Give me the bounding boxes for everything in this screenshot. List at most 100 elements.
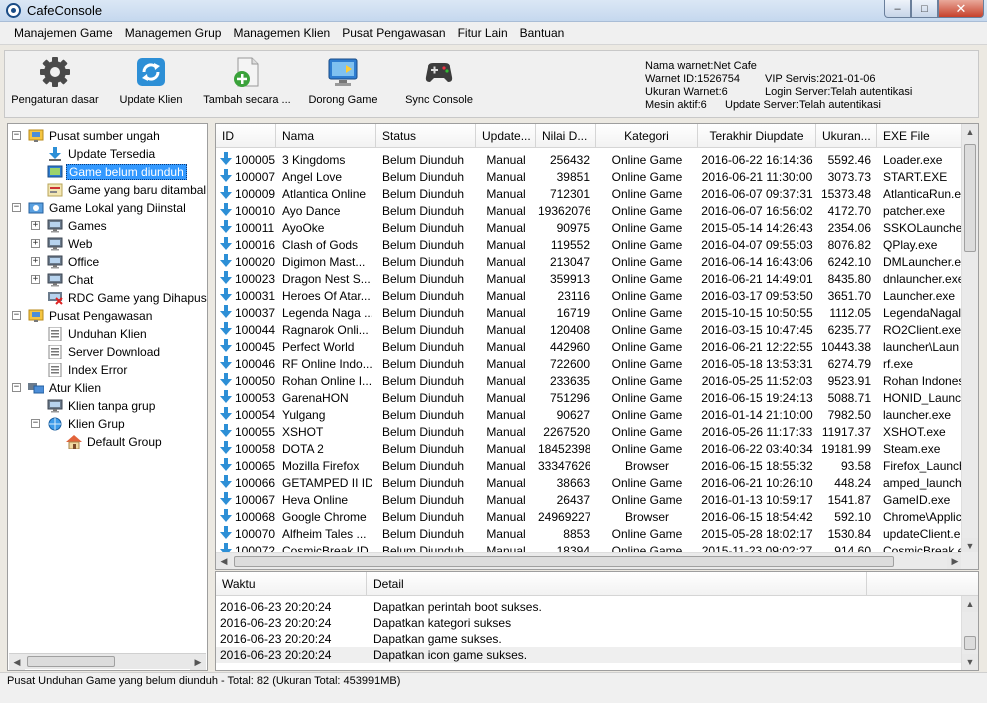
- table-row[interactable]: 100053 GarenaHON Belum Diunduh Manual 751296…: [216, 389, 968, 406]
- table-row[interactable]: 100031 Heroes Of Atar... Belum Diunduh Manu…: [216, 287, 961, 304]
- column-header-waktu[interactable]: Waktu: [216, 572, 367, 596]
- column-header-status[interactable]: Status: [376, 124, 476, 148]
- tree-item-rdc-game-yang-dihapus[interactable]: RDC Game yang Dihapus: [47, 289, 207, 306]
- pengaturan-dasar-button[interactable]: Pengaturan dasar: [9, 55, 101, 106]
- scroll-up-icon[interactable]: ▲: [962, 124, 978, 140]
- column-header-ukuran[interactable]: Ukuran...: [816, 124, 877, 148]
- table-row[interactable]: 100054 Yulgang Belum Diunduh Manual 90627 Onl…: [216, 406, 961, 423]
- games-scroll-thumb[interactable]: [964, 144, 976, 252]
- tree-item-klien-grup[interactable]: Klien Grup: [47, 415, 127, 432]
- tree-item-game-yang-baru-ditambal[interactable]: Game yang baru ditambal: [47, 181, 207, 198]
- monitor-folder-icon: [28, 309, 44, 323]
- tree-item-game-lokal-yang-diinstal[interactable]: Game Lokal yang Diinstal: [28, 199, 188, 216]
- tree-item-game-belum-diunduh[interactable]: Game belum diunduh: [47, 163, 187, 180]
- tree-scroll-thumb[interactable]: [27, 656, 115, 667]
- scroll-left-icon[interactable]: ◀: [9, 654, 25, 670]
- tree-item-pusat-sumber-ungah[interactable]: Pusat sumber ungah: [28, 127, 162, 144]
- sync-console-button[interactable]: Sync Console: [399, 55, 479, 106]
- column-header-kategori[interactable]: Kategori: [596, 124, 698, 148]
- push-game-icon: [326, 55, 360, 89]
- column-header-nilai[interactable]: Nilai D...: [536, 124, 596, 148]
- tree-expander-icon[interactable]: −: [12, 203, 21, 212]
- close-button[interactable]: ✕: [938, 0, 984, 18]
- tree-item-server-download[interactable]: Server Download: [47, 343, 162, 360]
- cell-exe-file: Steam.exe: [883, 442, 941, 456]
- table-row[interactable]: 100058 DOTA 2 Belum Diunduh Manual 18452398 O…: [216, 440, 961, 457]
- cell-ukuran: 1530.84: [827, 527, 871, 541]
- table-row[interactable]: 100067 Heva Online Belum Diunduh Manual 2643…: [216, 491, 961, 508]
- menu-bantuan[interactable]: Bantuan: [514, 22, 571, 44]
- table-row[interactable]: 100016 Clash of Gods Belum Diunduh Manual 11…: [216, 236, 961, 253]
- cell-nama: AyoOke: [282, 221, 325, 235]
- menu-pusat-pengawasan[interactable]: Pusat Pengawasan: [336, 22, 451, 44]
- games-vertical-scrollbar[interactable]: ▲ ▼: [961, 124, 978, 554]
- table-row[interactable]: 100044 Ragnarok Onli... Belum Diunduh Manua…: [216, 321, 961, 338]
- tambah-secara-button[interactable]: Tambah secara ...: [201, 55, 293, 106]
- table-row[interactable]: 100046 RF Online Indo... Belum Diunduh Manu…: [216, 355, 961, 372]
- table-row[interactable]: 100007 Angel Love Belum Diunduh Manual 39851…: [216, 168, 961, 185]
- log-row[interactable]: 2016-06-23 20:20:24 Dapatkan kategori suk…: [216, 615, 961, 631]
- tree-item-default-group[interactable]: Default Group: [66, 433, 164, 450]
- scroll-down-icon[interactable]: ▼: [962, 654, 978, 670]
- tree-item-web[interactable]: Web: [47, 235, 94, 252]
- log-row[interactable]: 2016-06-23 20:20:24 Dapatkan icon game su…: [216, 647, 961, 663]
- tree-expander-icon[interactable]: −: [12, 131, 21, 140]
- table-row[interactable]: 100070 Alfheim Tales ... Belum Diunduh Manu…: [216, 525, 961, 542]
- tree-horizontal-scrollbar[interactable]: ◀ ▶: [9, 653, 206, 670]
- tree-expander-icon[interactable]: −: [12, 383, 21, 392]
- table-row[interactable]: 100050 Rohan Online I... Belum Diunduh Manu…: [216, 372, 964, 389]
- update-klien-button[interactable]: Update Klien: [113, 55, 189, 106]
- tree-expander-icon[interactable]: +: [31, 275, 40, 284]
- games-horizontal-scrollbar[interactable]: ◀ ▶: [216, 552, 963, 569]
- scroll-right-icon[interactable]: ▶: [190, 654, 206, 670]
- table-row[interactable]: 100011 AyoOke Belum Diunduh Manual 90975 Onli…: [216, 219, 966, 236]
- games-hscroll-thumb[interactable]: [234, 556, 894, 567]
- minimize-button[interactable]: –: [884, 0, 911, 18]
- tree-expander-icon[interactable]: −: [31, 419, 40, 428]
- tree-item-unduhan-klien[interactable]: Unduhan Klien: [47, 325, 149, 342]
- tree-item-klien-tanpa-grup[interactable]: Klien tanpa grup: [47, 397, 157, 414]
- column-header-terakhir-diupdate[interactable]: Terakhir Diupdate: [698, 124, 816, 148]
- scroll-left-icon[interactable]: ◀: [216, 553, 232, 569]
- tree-item-atur-klien[interactable]: Atur Klien: [28, 379, 103, 396]
- table-row[interactable]: 100068 Google Chrome Belum Diunduh Manual 24…: [216, 508, 962, 525]
- dorong-game-button[interactable]: Dorong Game: [303, 55, 383, 106]
- tree-item-office[interactable]: Office: [47, 253, 101, 270]
- tree-expander-icon[interactable]: +: [31, 221, 40, 230]
- tree-item-games[interactable]: Games: [47, 217, 109, 234]
- menu-fitur-lain[interactable]: Fitur Lain: [452, 22, 514, 44]
- scroll-up-icon[interactable]: ▲: [962, 596, 978, 612]
- table-row[interactable]: 100010 Ayo Dance Belum Diunduh Manual 193620…: [216, 202, 961, 219]
- table-row[interactable]: 100065 Mozilla Firefox Belum Diunduh Manual…: [216, 457, 966, 474]
- table-row[interactable]: 100055 XSHOT Belum Diunduh Manual 2267520 Onl…: [216, 423, 961, 440]
- cell-nilai: 119552: [550, 238, 590, 252]
- menu-managemen-grup[interactable]: Managemen Grup: [119, 22, 228, 44]
- table-row[interactable]: 100009 Atlantica Online Belum Diunduh Manua…: [216, 185, 967, 202]
- tree-item-update-tersedia[interactable]: Update Tersedia: [47, 145, 157, 162]
- tree-item-chat[interactable]: Chat: [47, 271, 95, 288]
- table-row[interactable]: 100045 Perfect World Belum Diunduh Manual 44…: [216, 338, 961, 355]
- log-row[interactable]: 2016-06-23 20:20:24 Dapatkan game sukses.: [216, 631, 961, 647]
- table-row[interactable]: 100020 Digimon Mast... Belum Diunduh Manual…: [216, 253, 967, 270]
- column-header-nama[interactable]: Nama: [276, 124, 376, 148]
- table-row[interactable]: 100066 GETAMPED II ID Belum Diunduh Manual 3…: [216, 474, 962, 491]
- column-header-id[interactable]: ID: [216, 124, 276, 148]
- log-row[interactable]: 2016-06-23 20:20:24 Dapatkan perintah boo…: [216, 599, 961, 615]
- table-row[interactable]: 100005 3 Kingdoms Belum Diunduh Manual 25643…: [216, 151, 961, 168]
- table-row[interactable]: 100023 Dragon Nest S... Belum Diunduh Manua…: [216, 270, 964, 287]
- log-vertical-scrollbar[interactable]: ▲ ▼: [961, 596, 978, 670]
- tree-item-pusat-pengawasan[interactable]: Pusat Pengawasan: [28, 307, 154, 324]
- tree-expander-icon[interactable]: +: [31, 239, 40, 248]
- download-arrow-icon: [220, 203, 232, 217]
- menu-manajemen-game[interactable]: Manajemen Game: [8, 22, 119, 44]
- column-header-detail[interactable]: Detail: [367, 572, 867, 596]
- cell-ukuran: 10443.38: [820, 340, 871, 354]
- table-row[interactable]: 100037 Legenda Naga ... Belum Diunduh Manua…: [216, 304, 961, 321]
- column-header-update[interactable]: Update...: [476, 124, 536, 148]
- menu-managemen-klien[interactable]: Managemen Klien: [227, 22, 336, 44]
- maximize-button[interactable]: □: [911, 0, 938, 18]
- tree-expander-icon[interactable]: +: [31, 257, 40, 266]
- tree-expander-icon[interactable]: −: [12, 311, 21, 320]
- tree-item-index-error[interactable]: Index Error: [47, 361, 129, 378]
- log-scroll-thumb[interactable]: [964, 636, 976, 650]
